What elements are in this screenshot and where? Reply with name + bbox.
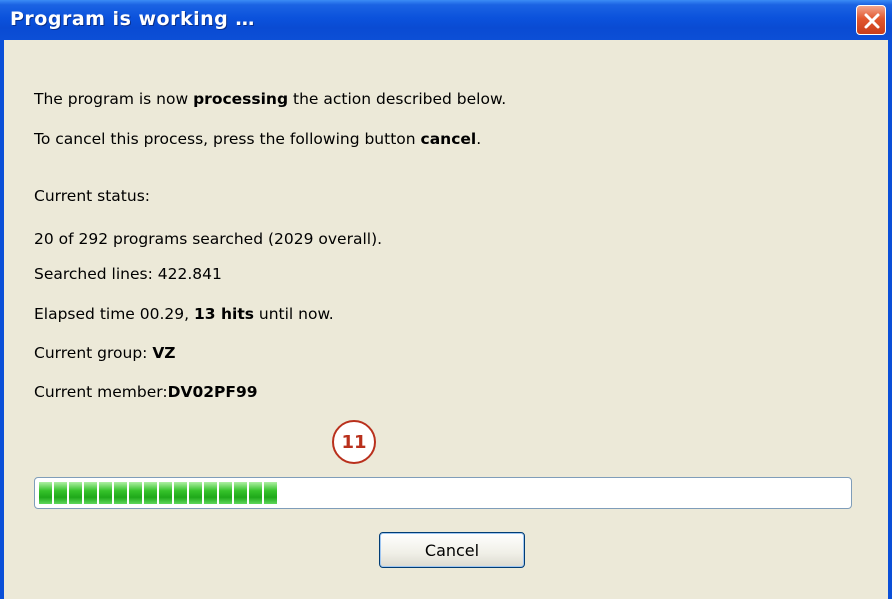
progress-segment	[69, 482, 82, 504]
elapsed-text: until now.	[253, 305, 334, 323]
progress-fill	[39, 482, 277, 504]
info-text: the action described below.	[288, 90, 507, 108]
progress-segment	[129, 482, 142, 504]
titlebar[interactable]: Program is working …	[0, 0, 892, 40]
progress-segment	[249, 482, 262, 504]
progress-segment	[174, 482, 187, 504]
info-bold: cancel	[420, 130, 477, 148]
close-icon	[864, 13, 880, 29]
info-text: .	[476, 130, 482, 148]
progress-segment	[114, 482, 127, 504]
status-lines: Searched lines: 422.841	[34, 265, 222, 283]
progress-segment	[39, 482, 52, 504]
progress-segment	[204, 482, 217, 504]
progress-segment	[159, 482, 172, 504]
progress-segment	[54, 482, 67, 504]
info-text: To cancel this process, press the follow…	[34, 130, 421, 148]
progress-segment	[189, 482, 202, 504]
info-line-2: To cancel this process, press the follow…	[34, 130, 481, 148]
close-button[interactable]	[856, 5, 886, 35]
member-label: Current member:	[34, 383, 168, 401]
info-text: The program is now	[34, 90, 194, 108]
status-member: Current member:DV02PF99	[34, 383, 258, 401]
elapsed-text: Elapsed time 00.29,	[34, 305, 194, 323]
cancel-button[interactable]: Cancel	[379, 532, 525, 568]
annotation-marker: 11	[332, 420, 376, 464]
dialog-body: The program is now processing the action…	[4, 40, 888, 599]
progress-bar	[34, 477, 852, 509]
hits-count: 13 hits	[194, 305, 254, 323]
status-programs: 20 of 292 programs searched (2029 overal…	[34, 230, 383, 248]
progress-segment	[144, 482, 157, 504]
group-value: VZ	[152, 344, 176, 362]
progress-segment	[264, 482, 277, 504]
status-heading: Current status:	[34, 187, 150, 205]
progress-segment	[234, 482, 247, 504]
progress-segment	[84, 482, 97, 504]
group-label: Current group:	[34, 344, 153, 362]
status-group: Current group: VZ	[34, 344, 176, 362]
progress-segment	[219, 482, 232, 504]
progress-segment	[99, 482, 112, 504]
dialog-window: Program is working … The program is now …	[0, 0, 892, 599]
status-elapsed: Elapsed time 00.29, 13 hits until now.	[34, 305, 334, 323]
info-bold: processing	[193, 90, 289, 108]
window-title: Program is working …	[10, 8, 255, 30]
info-line-1: The program is now processing the action…	[34, 90, 506, 108]
member-value: DV02PF99	[167, 383, 258, 401]
